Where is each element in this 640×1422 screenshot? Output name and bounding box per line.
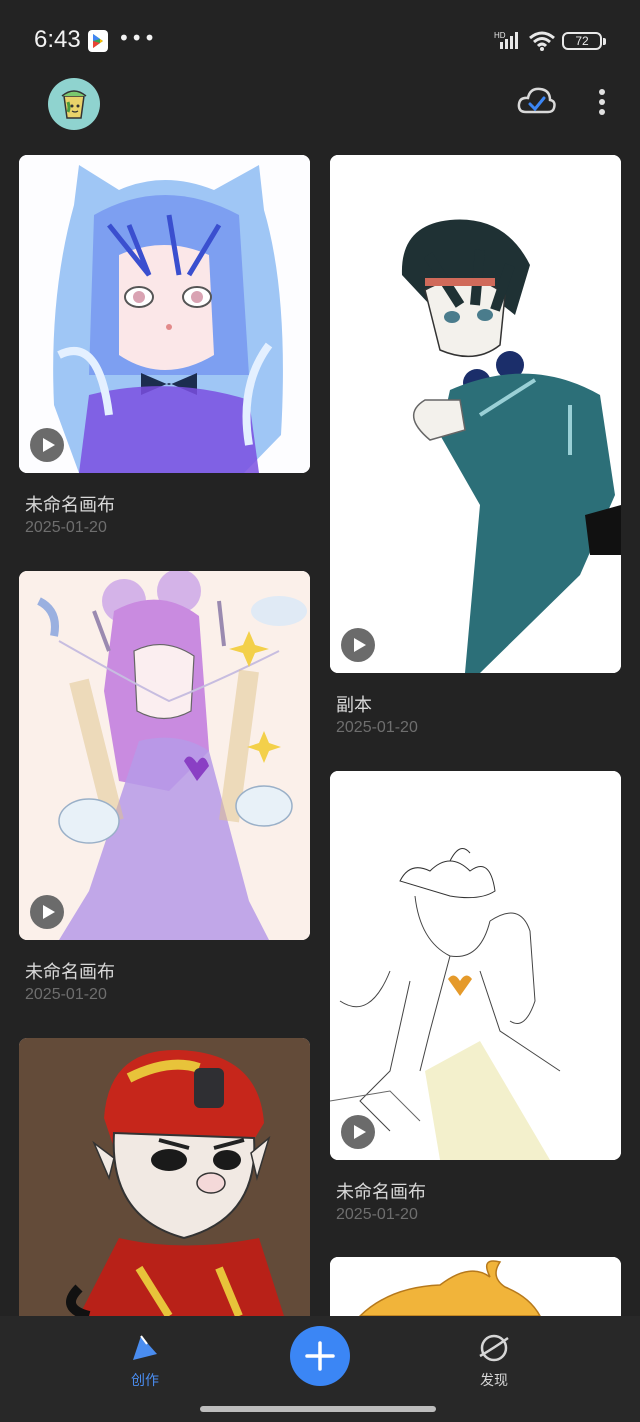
nav-tab-create[interactable]: 创作 [105, 1330, 185, 1390]
avatar[interactable] [48, 78, 100, 130]
planet-icon [479, 1334, 509, 1362]
artwork-thumbnail[interactable] [19, 1038, 310, 1316]
artwork-image [330, 155, 621, 673]
artwork-card[interactable] [19, 1038, 310, 1316]
artwork-title: 未命名画布 [25, 962, 115, 983]
artwork-image [330, 771, 621, 1160]
artwork-image [19, 1038, 310, 1316]
artwork-card[interactable]: 未命名画布 2025-01-20 [19, 155, 310, 545]
artwork-thumbnail[interactable] [19, 571, 310, 940]
play-icon[interactable] [340, 627, 376, 663]
nav-tab-discover[interactable]: 发现 [454, 1330, 534, 1390]
battery-indicator: 72 [562, 32, 606, 50]
artwork-title: 未命名画布 [336, 1182, 426, 1203]
artwork-image [19, 155, 310, 473]
paint-bucket-icon [61, 90, 87, 119]
artwork-card[interactable]: 未命名画布 2025-01-20 [330, 771, 621, 1231]
brush-icon [133, 1335, 157, 1360]
network-label: HD [494, 31, 506, 40]
artwork-title: 副本 [336, 695, 372, 716]
artwork-card[interactable]: 副本 2025-01-20 [330, 155, 621, 745]
play-icon[interactable] [29, 894, 65, 930]
status-time: 6:43 [34, 26, 81, 53]
artwork-thumbnail[interactable] [330, 155, 621, 673]
artwork-date: 2025-01-20 [336, 719, 418, 736]
artwork-card[interactable]: 未命名画布 2025-01-20 [19, 571, 310, 1011]
artwork-thumbnail[interactable] [330, 1257, 621, 1316]
artwork-image [19, 571, 310, 940]
artwork-image [330, 1257, 621, 1316]
artwork-date: 2025-01-20 [25, 986, 107, 1003]
notification-more-dots: ••• [118, 26, 157, 50]
signal-icon: HD [494, 31, 518, 49]
plus-icon [305, 1341, 335, 1371]
app-header [0, 70, 640, 140]
artwork-thumbnail[interactable] [19, 155, 310, 473]
artwork-thumbnail[interactable] [330, 771, 621, 1160]
artwork-date: 2025-01-20 [336, 1206, 418, 1223]
add-artwork-button[interactable] [290, 1326, 350, 1386]
artwork-date: 2025-01-20 [25, 519, 107, 536]
wifi-icon [529, 31, 555, 51]
home-indicator[interactable] [200, 1406, 436, 1412]
artwork-card[interactable] [330, 1257, 621, 1316]
more-vertical-icon[interactable] [588, 86, 616, 118]
play-store-icon [88, 30, 108, 52]
nav-label-create: 创作 [131, 1373, 159, 1389]
cloud-sync-check-icon[interactable] [516, 84, 556, 118]
artwork-title: 未命名画布 [25, 495, 115, 516]
play-icon[interactable] [340, 1114, 376, 1150]
bottom-navigation: 创作 发现 [0, 1316, 640, 1422]
nav-label-discover: 发现 [480, 1373, 508, 1389]
status-bar: 6:43 ••• HD 72 [0, 0, 640, 80]
play-icon[interactable] [29, 427, 65, 463]
